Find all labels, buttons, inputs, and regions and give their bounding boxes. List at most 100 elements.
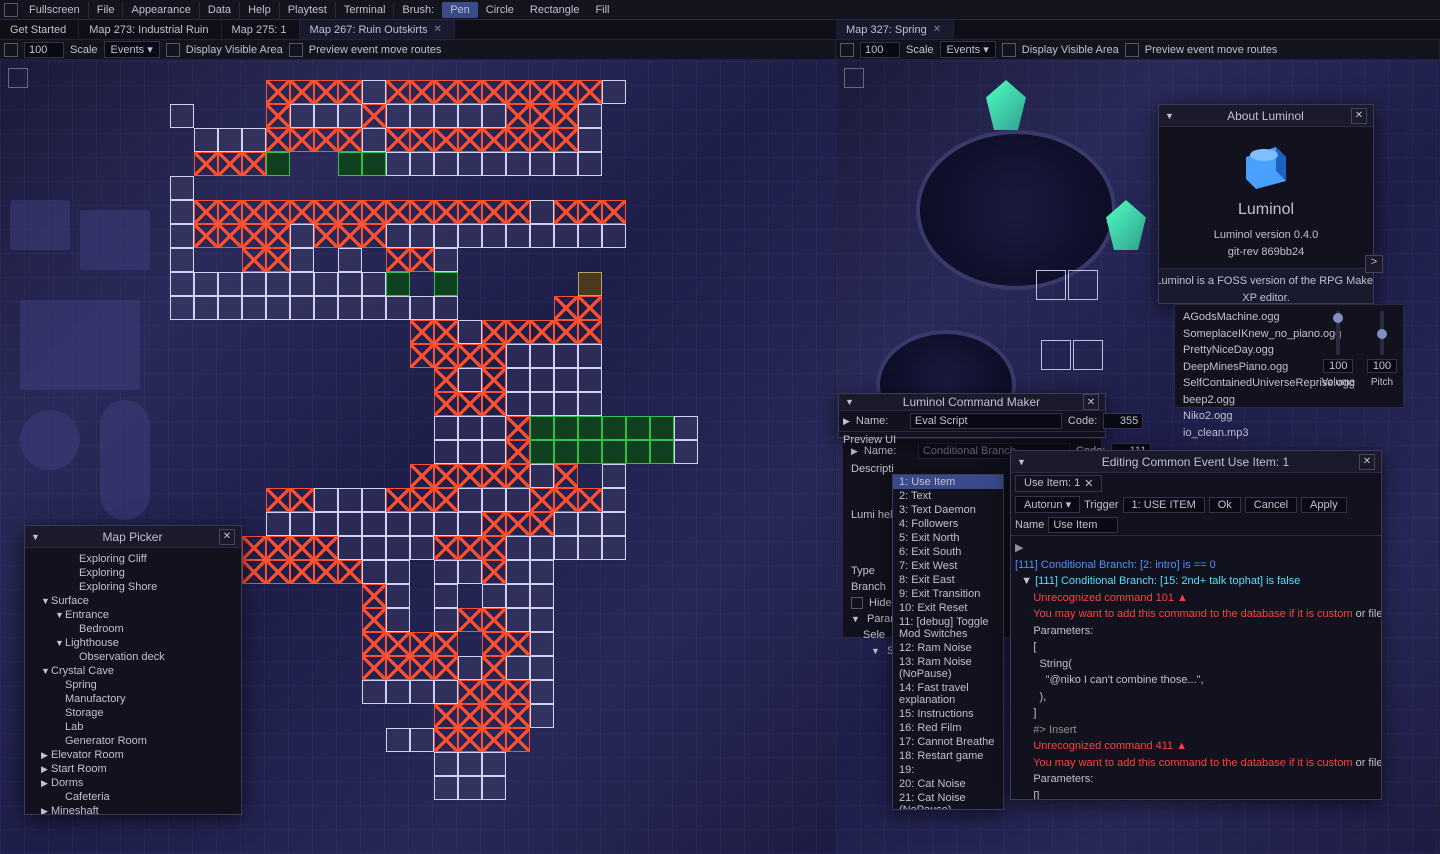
close-icon[interactable]: ✕ bbox=[1083, 394, 1099, 410]
menu-playtest[interactable]: Playtest bbox=[280, 2, 336, 18]
command-list-item[interactable]: 7: Exit West bbox=[893, 559, 1003, 573]
map-tree-item[interactable]: ▶ Mineshaft bbox=[29, 804, 237, 814]
ok-button[interactable]: Ok bbox=[1209, 497, 1241, 513]
command-list-item[interactable]: 3: Text Daemon bbox=[893, 503, 1003, 517]
preview-check[interactable] bbox=[289, 43, 303, 57]
scale-input-r[interactable] bbox=[860, 42, 900, 58]
command-list-item[interactable]: 21: Cat Noise (NoPause) bbox=[893, 791, 1003, 809]
events-dropdown-r[interactable]: Events ▾ bbox=[940, 41, 996, 58]
brush-circle[interactable]: Circle bbox=[478, 2, 522, 18]
collapse-icon[interactable]: ▼ bbox=[1017, 457, 1026, 467]
close-icon[interactable]: ✕ bbox=[933, 24, 941, 35]
command-list-item[interactable]: 5: Exit North bbox=[893, 531, 1003, 545]
menu-file[interactable]: File bbox=[89, 2, 124, 18]
command-list-item[interactable]: 14: Fast travel explanation bbox=[893, 681, 1003, 707]
fullscreen-checkbox[interactable] bbox=[4, 3, 18, 17]
tab-map-273[interactable]: Map 273: Industrial Ruin bbox=[79, 20, 221, 39]
map-tree-item[interactable]: ▼ Lighthouse bbox=[29, 636, 237, 650]
command-list-item[interactable]: 1: Use Item bbox=[893, 475, 1003, 489]
map-tree-item[interactable]: Spring bbox=[29, 678, 237, 692]
menu-data[interactable]: Data bbox=[200, 2, 240, 18]
brush-fill[interactable]: Fill bbox=[587, 2, 617, 18]
collapse-icon[interactable]: ▼ bbox=[1165, 111, 1174, 121]
viewport-toggle[interactable] bbox=[8, 68, 28, 88]
scale-input[interactable] bbox=[24, 42, 64, 58]
tab-get-started[interactable]: Get Started bbox=[0, 20, 79, 39]
command-list-item[interactable]: 16: Red Film bbox=[893, 721, 1003, 735]
expand-icon[interactable]: > bbox=[1365, 255, 1373, 273]
map-tree-item[interactable]: Manufactory bbox=[29, 692, 237, 706]
brush-pen[interactable]: Pen bbox=[442, 2, 478, 18]
menu-fullscreen[interactable]: Fullscreen bbox=[21, 2, 89, 18]
about-window[interactable]: ▼ About Luminol ✕ Luminol Luminol versio… bbox=[1158, 104, 1374, 304]
collapse-icon[interactable]: ▼ bbox=[845, 397, 854, 407]
map-tree-item[interactable]: Exploring bbox=[29, 566, 237, 580]
command-list-item[interactable]: 15: Instructions bbox=[893, 707, 1003, 721]
close-icon[interactable]: ✕ bbox=[1084, 477, 1093, 490]
events-dropdown[interactable]: Events ▾ bbox=[104, 41, 160, 58]
menu-appearance[interactable]: Appearance bbox=[123, 2, 199, 18]
event-code-view[interactable]: ▶ [111] Conditional Branch: [2: intro] i… bbox=[1011, 536, 1381, 799]
close-icon[interactable]: ✕ bbox=[1359, 454, 1375, 470]
map-tree-item[interactable]: Observation deck bbox=[29, 650, 237, 664]
command-list-item[interactable]: 6: Exit South bbox=[893, 545, 1003, 559]
map-tree-item[interactable]: Generator Room bbox=[29, 734, 237, 748]
collapse-icon[interactable]: ▼ bbox=[31, 532, 40, 542]
command-list-item[interactable]: 10: Exit Reset bbox=[893, 601, 1003, 615]
map-tree-item[interactable]: ▶ Start Room bbox=[29, 762, 237, 776]
command-list-item[interactable]: 13: Ram Noise (NoPause) bbox=[893, 655, 1003, 681]
map-tree-item[interactable]: Exploring Cliff bbox=[29, 552, 237, 566]
audio-file-item[interactable]: beep2.ogg bbox=[1183, 392, 1395, 409]
event-editor-window[interactable]: ▼ Editing Common Event Use Item: 1 ✕ Use… bbox=[1010, 450, 1382, 800]
cancel-button[interactable]: Cancel bbox=[1245, 497, 1297, 513]
command-list[interactable]: 1: Use Item2: Text3: Text Daemon4: Follo… bbox=[893, 475, 1003, 809]
command-list-item[interactable]: 8: Exit East bbox=[893, 573, 1003, 587]
close-icon[interactable]: ✕ bbox=[219, 529, 235, 545]
volume-slider[interactable] bbox=[1336, 311, 1340, 355]
audio-file-item[interactable]: io_clean.mp3 bbox=[1183, 425, 1395, 442]
preview-ui-button[interactable]: Preview UI bbox=[843, 434, 896, 446]
close-icon[interactable]: ✕ bbox=[1351, 108, 1367, 124]
map-tree-item[interactable]: ▼ Entrance bbox=[29, 608, 237, 622]
map-tree-item[interactable]: Storage bbox=[29, 706, 237, 720]
map-tree-item[interactable]: ▶ Dorms bbox=[29, 776, 237, 790]
command-list-item[interactable]: 19: bbox=[893, 763, 1003, 777]
visible-check[interactable] bbox=[166, 43, 180, 57]
close-icon[interactable]: ✕ bbox=[434, 24, 442, 35]
autorun-dropdown[interactable]: Autorun ▾ bbox=[1015, 496, 1080, 513]
map-tree-item[interactable]: ▶ Elevator Room bbox=[29, 748, 237, 762]
pitch-slider[interactable] bbox=[1380, 311, 1384, 355]
tab-map-267[interactable]: Map 267: Ruin Outskirts✕ bbox=[300, 20, 455, 39]
map-tree-item[interactable]: ▼ Crystal Cave bbox=[29, 664, 237, 678]
viewport-toggle-r[interactable] bbox=[844, 68, 864, 88]
volume-input[interactable] bbox=[1323, 359, 1353, 373]
map-tree-item[interactable]: Lab bbox=[29, 720, 237, 734]
command-list-item[interactable]: 12: Ram Noise bbox=[893, 641, 1003, 655]
map-tree-item[interactable]: Exploring Shore bbox=[29, 580, 237, 594]
apply-button[interactable]: Apply bbox=[1301, 497, 1347, 513]
command-list-item[interactable]: 20: Cat Noise bbox=[893, 777, 1003, 791]
map-picker-window[interactable]: ▼ Map Picker ✕ Exploring CliffExploringE… bbox=[24, 525, 242, 815]
command-list-item[interactable]: 18: Restart game bbox=[893, 749, 1003, 763]
command-list-item[interactable]: 17: Cannot Breathe bbox=[893, 735, 1003, 749]
audio-file-item[interactable]: Niko2.ogg bbox=[1183, 408, 1395, 425]
scale-check[interactable] bbox=[4, 43, 18, 57]
command-list-item[interactable]: 4: Followers bbox=[893, 517, 1003, 531]
tab-map-327[interactable]: Map 327: Spring✕ bbox=[836, 20, 954, 39]
scale-check-r[interactable] bbox=[840, 43, 854, 57]
command-list-item[interactable]: 11: [debug] Toggle Mod Switches bbox=[893, 615, 1003, 641]
tab-map-275[interactable]: Map 275: 1 bbox=[222, 20, 300, 39]
map-tree-item[interactable]: Bedroom bbox=[29, 622, 237, 636]
command-maker-window[interactable]: ▼ Luminol Command Maker ✕ ▶ Name: Code: … bbox=[838, 393, 1106, 438]
code-field[interactable] bbox=[1103, 413, 1143, 429]
menu-terminal[interactable]: Terminal bbox=[336, 2, 395, 18]
name-field[interactable] bbox=[910, 413, 1062, 429]
event-tab[interactable]: Use Item: 1✕ bbox=[1015, 475, 1102, 492]
command-list-item[interactable]: 2: Text bbox=[893, 489, 1003, 503]
trigger-switch[interactable]: 1: USE ITEM bbox=[1123, 497, 1205, 513]
event-name-input[interactable] bbox=[1048, 517, 1118, 533]
pitch-input[interactable] bbox=[1367, 359, 1397, 373]
command-list-item[interactable]: 9: Exit Transition bbox=[893, 587, 1003, 601]
brush-rectangle[interactable]: Rectangle bbox=[522, 2, 588, 18]
menu-help[interactable]: Help bbox=[240, 2, 280, 18]
